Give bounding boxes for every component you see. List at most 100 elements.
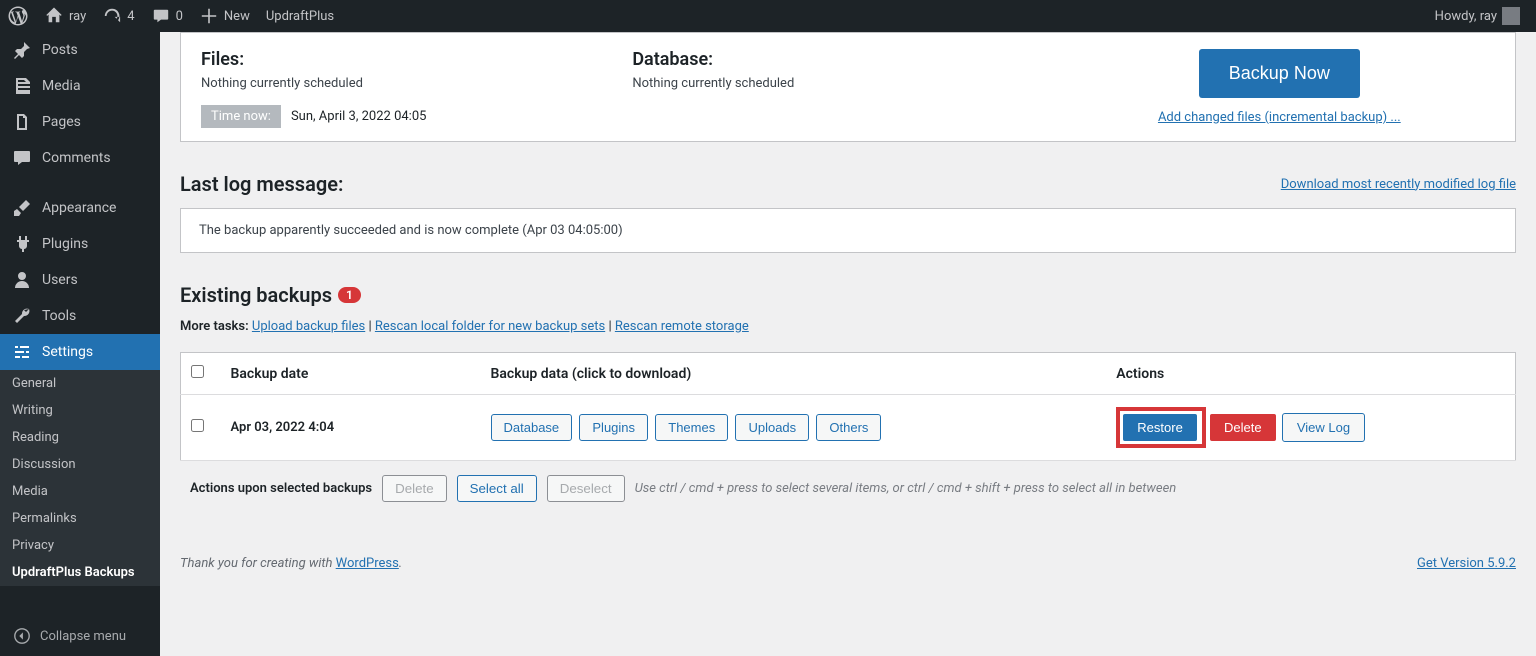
- restore-highlight: Restore: [1116, 407, 1206, 448]
- submenu-permalinks[interactable]: Permalinks: [0, 505, 160, 532]
- menu-posts-label: Posts: [42, 42, 78, 58]
- backup-now-button[interactable]: Backup Now: [1199, 49, 1360, 98]
- menu-comments[interactable]: Comments: [0, 140, 160, 176]
- collapse-label: Collapse menu: [40, 629, 126, 644]
- submenu-reading[interactable]: Reading: [0, 424, 160, 451]
- account-menu[interactable]: Howdy, ray: [1427, 0, 1528, 32]
- submenu-media[interactable]: Media: [0, 478, 160, 505]
- col-checkbox: [181, 353, 221, 395]
- bulk-label: Actions upon selected backups: [190, 481, 372, 496]
- menu-posts[interactable]: Posts: [0, 32, 160, 68]
- menu-plugins[interactable]: Plugins: [0, 226, 160, 262]
- database-status: Database: Nothing currently scheduled: [632, 49, 1063, 91]
- wrench-icon: [12, 306, 32, 326]
- menu-tools[interactable]: Tools: [0, 298, 160, 334]
- menu-separator: [0, 176, 160, 190]
- bulk-deselect-button[interactable]: Deselect: [547, 475, 625, 502]
- bulk-delete-button[interactable]: Delete: [382, 475, 447, 502]
- download-database-button[interactable]: Database: [491, 414, 573, 441]
- site-name[interactable]: ray: [36, 0, 94, 32]
- more-tasks: More tasks: Upload backup files | Rescan…: [180, 319, 1516, 334]
- new-content[interactable]: New: [191, 0, 258, 32]
- version-link[interactable]: Get Version 5.9.2: [1417, 556, 1516, 571]
- bulk-hint: Use ctrl / cmd + press to select several…: [635, 481, 1177, 496]
- select-all-checkbox[interactable]: [191, 365, 204, 378]
- col-date: Backup date: [221, 353, 481, 395]
- submenu-privacy[interactable]: Privacy: [0, 532, 160, 559]
- admin-sidebar: Posts Media Pages Comments Appearance Pl…: [0, 32, 160, 656]
- restore-button[interactable]: Restore: [1122, 413, 1198, 442]
- comment-icon: [12, 148, 32, 168]
- log-heading: Last log message:: [180, 172, 343, 196]
- menu-appearance-label: Appearance: [42, 200, 116, 216]
- plus-icon: [199, 6, 219, 26]
- log-message: The backup apparently succeeded and is n…: [180, 208, 1516, 253]
- site-name-text: ray: [69, 9, 86, 24]
- download-uploads-button[interactable]: Uploads: [735, 414, 809, 441]
- col-data: Backup data (click to download): [481, 353, 1107, 395]
- log-heading-row: Last log message: Download most recently…: [180, 172, 1516, 196]
- download-themes-button[interactable]: Themes: [655, 414, 728, 441]
- menu-comments-label: Comments: [42, 150, 111, 166]
- backup-data-buttons: Database Plugins Themes Uploads Others: [481, 395, 1107, 461]
- home-icon: [44, 6, 64, 26]
- submenu-writing[interactable]: Writing: [0, 397, 160, 424]
- delete-button[interactable]: Delete: [1209, 413, 1277, 442]
- files-title: Files:: [201, 49, 632, 70]
- menu-users[interactable]: Users: [0, 262, 160, 298]
- download-others-button[interactable]: Others: [816, 414, 881, 441]
- submenu-general[interactable]: General: [0, 370, 160, 397]
- brush-icon: [12, 198, 32, 218]
- wordpress-icon: [8, 6, 28, 26]
- viewlog-button[interactable]: View Log: [1282, 413, 1365, 442]
- db-text: Nothing currently scheduled: [632, 76, 1063, 91]
- files-text: Nothing currently scheduled: [201, 76, 632, 91]
- submenu-discussion[interactable]: Discussion: [0, 451, 160, 478]
- download-plugins-button[interactable]: Plugins: [579, 414, 648, 441]
- admin-toolbar: ray 4 0 New UpdraftPlus Howdy, ray: [0, 0, 1536, 32]
- bulk-selectall-button[interactable]: Select all: [457, 475, 537, 502]
- comments-indicator[interactable]: 0: [143, 0, 191, 32]
- footer-right: Get Version 5.9.2: [1417, 556, 1516, 571]
- db-title: Database:: [632, 49, 1063, 70]
- rescan-local-link[interactable]: Rescan local folder for new backup sets: [375, 319, 605, 334]
- updraft-menu[interactable]: UpdraftPlus: [258, 0, 342, 32]
- toolbar-right: Howdy, ray: [1427, 0, 1536, 32]
- menu-settings[interactable]: Settings: [0, 334, 160, 370]
- time-now-value: Sun, April 3, 2022 04:05: [281, 105, 437, 128]
- pin-icon: [12, 40, 32, 60]
- update-icon: [102, 6, 122, 26]
- wp-logo[interactable]: [0, 0, 36, 32]
- collapse-icon: [12, 626, 32, 646]
- backups-table: Backup date Backup data (click to downlo…: [180, 352, 1516, 461]
- menu-media[interactable]: Media: [0, 68, 160, 104]
- incremental-backup-link[interactable]: Add changed files (incremental backup) .…: [1064, 110, 1495, 125]
- comment-icon: [151, 6, 171, 26]
- collapse-menu[interactable]: Collapse menu: [0, 616, 160, 656]
- menu-plugins-label: Plugins: [42, 236, 88, 252]
- submenu-updraft[interactable]: UpdraftPlus Backups: [0, 559, 160, 586]
- user-icon: [12, 270, 32, 290]
- menu-appearance[interactable]: Appearance: [0, 190, 160, 226]
- updates-indicator[interactable]: 4: [94, 0, 142, 32]
- existing-heading-text: Existing backups: [180, 283, 332, 307]
- toolbar-left: ray 4 0 New UpdraftPlus: [0, 0, 342, 32]
- download-log-link[interactable]: Download most recently modified log file: [1281, 177, 1516, 192]
- files-status: Files: Nothing currently scheduled Time …: [201, 49, 632, 124]
- menu-settings-label: Settings: [42, 344, 93, 360]
- avatar-icon: [1502, 7, 1520, 25]
- row-checkbox[interactable]: [191, 419, 204, 432]
- time-now: Time now:Sun, April 3, 2022 04:05: [201, 109, 436, 124]
- table-row: Apr 03, 2022 4:04 Database Plugins Theme…: [181, 395, 1516, 461]
- existing-backups-heading: Existing backups 1: [180, 283, 1516, 307]
- backup-actions: Backup Now Add changed files (incrementa…: [1064, 49, 1495, 125]
- status-panel: Files: Nothing currently scheduled Time …: [180, 32, 1516, 142]
- upload-backup-link[interactable]: Upload backup files: [252, 319, 365, 334]
- backup-count-badge: 1: [338, 287, 361, 303]
- col-actions: Actions: [1106, 353, 1515, 395]
- rescan-remote-link[interactable]: Rescan remote storage: [615, 319, 749, 334]
- footer-thanks: Thank you for creating with: [180, 556, 336, 571]
- menu-pages[interactable]: Pages: [0, 104, 160, 140]
- sliders-icon: [12, 342, 32, 362]
- wordpress-link[interactable]: WordPress: [336, 556, 399, 571]
